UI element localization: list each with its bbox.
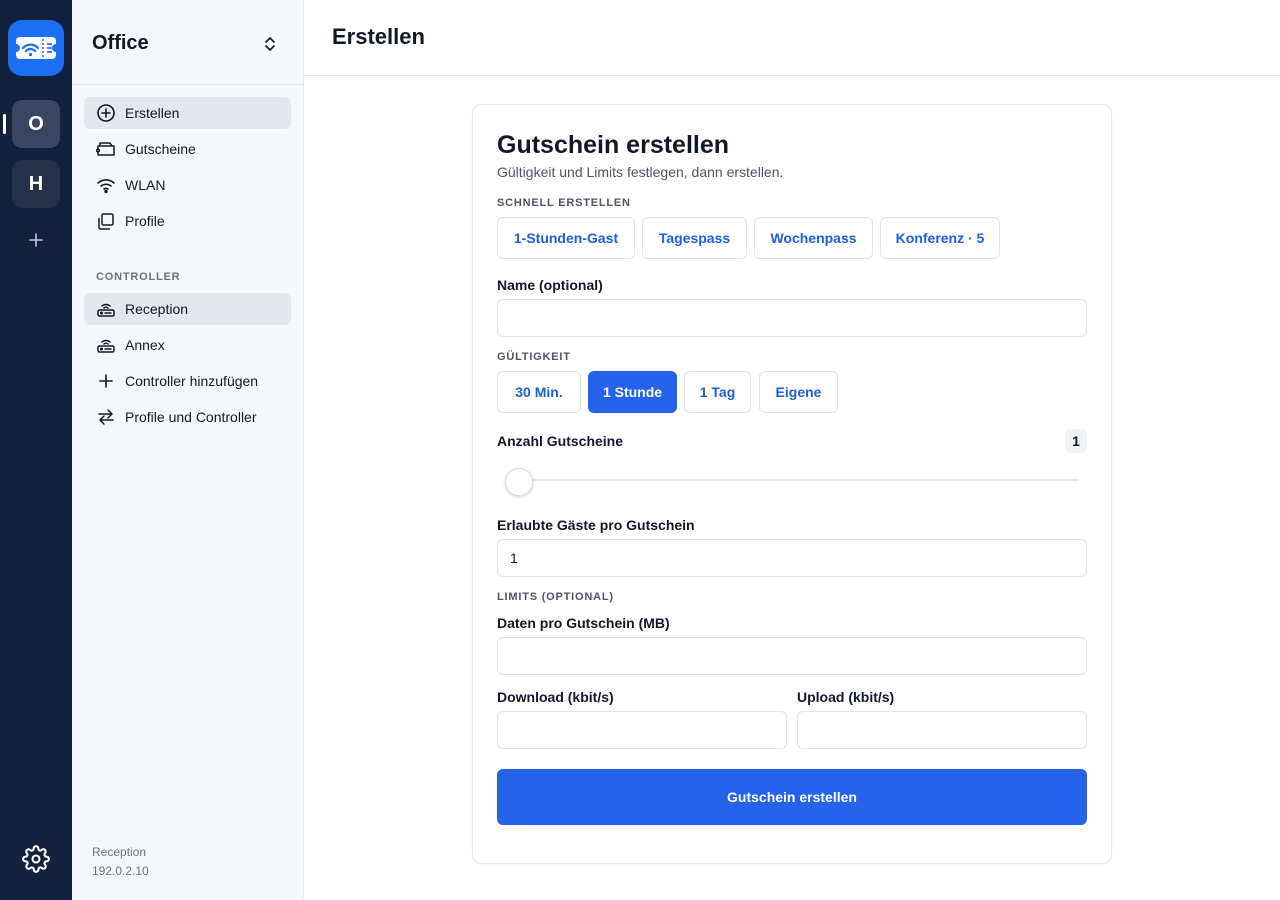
preset-button-1-stunden-gast[interactable]: 1-Stunden-Gast [497,217,635,259]
ticket-icon [96,139,116,159]
plus-icon [29,233,43,247]
account-letter: H [28,172,44,195]
wifi-ticket-icon [14,37,58,59]
validity-option-eigene[interactable]: Eigene [759,371,838,413]
copy-icon [96,211,116,231]
sidebar-item-profile-und-controller[interactable]: Profile und Controller [84,401,291,433]
page-title: Erstellen [332,24,425,49]
profile-name: Office [92,32,149,54]
plus-circle-icon [96,103,116,123]
upload-input[interactable] [797,711,1087,749]
preset-button-tagespass[interactable]: Tagespass [642,217,747,259]
main-header: Erstellen [304,0,1280,76]
sidebar-item-label: Profile und Controller [125,409,257,425]
preset-button-wochenpass[interactable]: Wochenpass [754,217,873,259]
form-title: Gutschein erstellen [497,131,730,159]
validity-option-1-stunde[interactable]: 1 Stunde [588,371,677,413]
name-label: Name (optional) [497,277,603,293]
app-logo[interactable] [8,20,64,76]
wifi-icon [96,175,116,195]
sidebar-item-label: Profile [125,213,165,229]
count-value: 1 [1072,433,1080,449]
guests-label: Erlaubte Gäste pro Gutschein [497,517,695,533]
active-account-indicator [3,114,6,134]
add-account-button[interactable] [24,228,48,252]
sidebar-item-label: Gutscheine [125,141,196,157]
sidebar-item-reception[interactable]: Reception [84,293,291,325]
sidebar-item-label: Annex [125,337,165,353]
count-slider-thumb[interactable] [505,468,533,496]
settings-button[interactable] [22,845,50,873]
sidebar-item-label: Controller hinzufügen [125,373,259,389]
count-value-badge: 1 [1065,429,1087,453]
sidebar-item-label: Reception [125,301,189,317]
account-button-office[interactable]: O [12,100,60,148]
sidebar: Office Erstellen Gutscheine WLAN Profile… [72,0,304,900]
plus-icon [96,371,116,391]
preset-label: 1-Stunden-Gast [513,230,619,246]
sidebar-item-label: WLAN [125,177,166,193]
active-controller-ip: 192.0.2.10 [92,864,149,878]
download-input[interactable] [497,711,787,749]
account-letter: O [28,112,44,135]
validity-label: GÜLTIGKEIT [497,351,571,363]
profile-switcher[interactable]: Office [72,0,303,85]
validity-option-label: 30 Min. [515,384,563,400]
sidebar-item-label: Erstellen [125,105,180,121]
sidebar-item-wlan[interactable]: WLAN [84,169,291,201]
name-input[interactable] [497,299,1087,337]
arrows-swap-icon [96,407,116,427]
data-limit-label: Daten pro Gutschein (MB) [497,615,670,631]
sidebar-item-profile[interactable]: Profile [84,205,291,237]
sidebar-item-gutscheine[interactable]: Gutscheine [84,133,291,165]
preset-label: Konferenz · 5 [895,230,985,246]
chevron-up-down-icon [265,37,275,51]
count-label: Anzahl Gutscheine [497,433,624,449]
router-icon [96,299,116,319]
validity-option-label: 1 Stunde [602,384,663,400]
controller-section-label: CONTROLLER [96,271,181,283]
preset-label: Wochenpass [770,230,857,246]
validity-option-label: 1 Tag [699,384,736,400]
guests-input[interactable] [497,539,1087,577]
router-icon [96,335,116,355]
validity-option-label: Eigene [775,384,822,400]
account-rail: O H [0,0,72,900]
gear-icon [22,845,50,873]
account-button-h[interactable]: H [12,160,60,208]
download-label: Download (kbit/s) [497,689,614,705]
quick-create-label: SCHNELL ERSTELLEN [497,197,631,209]
limits-label: LIMITS (OPTIONAL) [497,591,614,603]
validity-option-30-min[interactable]: 30 Min. [497,371,581,413]
preset-label: Tagespass [658,230,731,246]
count-slider-track[interactable] [511,479,1079,481]
form-subtitle: Gültigkeit und Limits festlegen, dann er… [497,164,784,180]
upload-label: Upload (kbit/s) [797,689,895,705]
active-controller-name: Reception [92,845,147,859]
preset-button-konferenz[interactable]: Konferenz · 5 [880,217,1000,259]
create-voucher-button[interactable]: Gutschein erstellen [497,769,1087,825]
voucher-form-card: Gutschein erstellen Gültigkeit und Limit… [472,104,1112,864]
sidebar-item-annex[interactable]: Annex [84,329,291,361]
data-limit-input[interactable] [497,637,1087,675]
sidebar-item-erstellen[interactable]: Erstellen [84,97,291,129]
sidebar-item-controller-hinzufuegen[interactable]: Controller hinzufügen [84,365,291,397]
validity-option-1-tag[interactable]: 1 Tag [684,371,751,413]
